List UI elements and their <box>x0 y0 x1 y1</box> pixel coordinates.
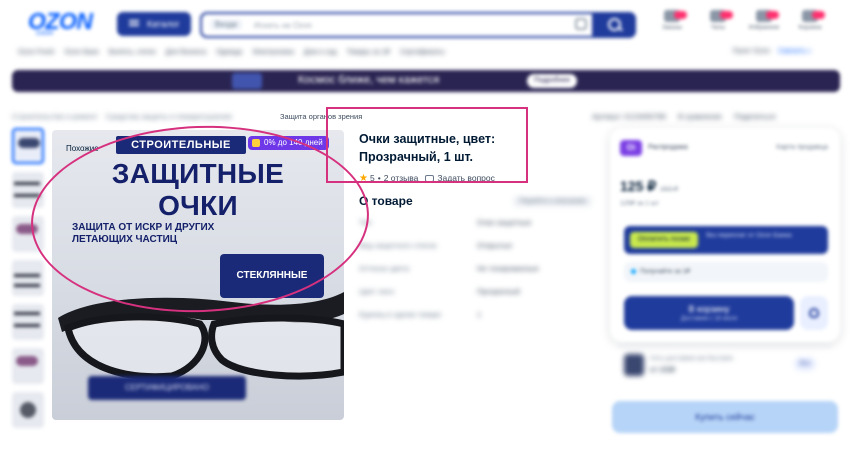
delivery-text: Хоть доставим как быстрее <box>650 355 734 362</box>
delivery-price: от 150₽ <box>650 367 676 374</box>
header-orders-label: Заказы <box>661 25 683 31</box>
subnav-item[interactable]: Билеты, отели <box>109 49 156 56</box>
thumbnail[interactable] <box>12 304 44 340</box>
sku-label: Артикул: 0123456789 <box>592 112 666 121</box>
pickup-promo[interactable]: Получайте за 1₽ <box>624 262 828 282</box>
spec-value: 1 <box>477 310 482 319</box>
pay-later-block[interactable]: Оплатить позже без переплат от Ozon Банк… <box>624 226 828 254</box>
thumbnail[interactable] <box>12 128 44 164</box>
share-button[interactable]: Поделиться <box>734 112 775 121</box>
breadcrumb-item[interactable]: Средства защиты и пожаротушения <box>106 112 232 121</box>
breadcrumb-item[interactable]: Строительство и ремонт <box>12 112 98 121</box>
spec-value: Открытые <box>477 241 513 250</box>
notification-badge <box>674 11 687 19</box>
spec-row: Цвет линз Прозрачный <box>359 279 594 302</box>
spec-key: Вид защитного стекла <box>359 241 437 250</box>
city-selector[interactable]: Сменить г. <box>778 48 812 55</box>
spec-value: Не тонированные <box>477 264 539 273</box>
old-price: 152 ₽ <box>660 186 679 193</box>
sale-label: Распродажа <box>648 144 688 151</box>
search-input[interactable] <box>254 14 574 36</box>
pickup-point-label: Пункт Ozon <box>732 48 771 55</box>
thumbnail[interactable] <box>12 348 44 384</box>
subnav-item[interactable]: Товары за 1₽ <box>347 49 390 56</box>
search-button[interactable] <box>592 12 636 38</box>
catalog-button[interactable]: Каталог <box>117 12 191 36</box>
subnav-item[interactable]: Ozon Банк <box>65 49 99 56</box>
camera-icon[interactable] <box>575 18 587 30</box>
unit-price: 125₽ за 1 шт <box>620 200 659 207</box>
pay-later-text: без переплат от Ozon Банка <box>706 232 792 239</box>
header-cart-label: Корзина <box>798 25 822 31</box>
notification-badge <box>812 11 825 19</box>
header: OZON ОЗОН Каталог Везде Заказы Чаты Избр… <box>0 0 850 46</box>
compare-button[interactable]: В сравнение <box>678 112 722 121</box>
product-top-actions: Артикул: 0123456789 В сравнение Поделить… <box>592 112 842 124</box>
divider <box>618 346 832 347</box>
thumbnail-list <box>12 128 46 436</box>
banner-illustration <box>232 73 262 89</box>
subnav-item[interactable]: Дом и сад <box>304 49 337 56</box>
ozon-card-badge: Oi <box>620 140 642 156</box>
buy-now-button[interactable]: Купить сейчас <box>612 401 838 433</box>
banner-text: Космос ближе, чем кажется <box>298 74 440 86</box>
delivery-option[interactable]: Хоть доставим как быстрее от 150₽ Все <box>618 352 832 378</box>
spec-row: Единиц в одном товаре 1 <box>359 302 594 325</box>
subnav-item[interactable]: Одежда <box>216 49 242 56</box>
seller-card-link[interactable]: Карта продавца <box>776 144 828 151</box>
delivery-more-button[interactable]: Все <box>794 357 816 371</box>
annotation-rectangle <box>326 107 528 183</box>
header-orders[interactable]: Заказы <box>652 8 692 40</box>
certified-label: СЕРТИФИЦИРОВАНО <box>88 376 246 400</box>
spec-row: Вид защитного стекла Открытые <box>359 233 594 256</box>
buy-card: Oi Распродажа Карта продавца 125 ₽152 ₽ … <box>610 128 840 342</box>
subnav-item[interactable]: Ozon Fresh <box>18 49 55 56</box>
header-messages[interactable]: Чаты <box>698 8 738 40</box>
spec-row: Тип Очки защитные <box>359 210 594 233</box>
subnav-item[interactable]: Электроника <box>252 49 294 56</box>
thumbnail[interactable] <box>12 260 44 296</box>
logo-subtext: ОЗОН <box>36 31 54 37</box>
header-messages-label: Чаты <box>710 25 726 31</box>
notification-badge <box>720 11 733 19</box>
search-scope-select[interactable]: Везде <box>210 19 243 30</box>
favorite-button[interactable] <box>800 296 828 330</box>
heart-icon <box>809 308 819 318</box>
add-to-cart-button[interactable]: В корзину Доставим с 18 июля <box>624 296 794 330</box>
spec-value: Прозрачный <box>477 287 520 296</box>
go-to-description-link[interactable]: Перейти к описанию <box>513 196 592 207</box>
spec-value: Очки защитные <box>477 218 532 227</box>
pay-later-button[interactable]: Оплатить позже <box>630 232 698 248</box>
search-bar[interactable]: Везде <box>200 12 636 38</box>
subnav-item[interactable]: Сертификаты <box>400 49 445 56</box>
header-favorites-label: Избранное <box>748 25 780 31</box>
notification-badge <box>766 11 779 19</box>
delivery-date: Доставим с 18 июля <box>680 316 738 322</box>
spec-key: Оттенок цвета <box>359 264 410 273</box>
subnav: Ozon Fresh Ozon Банк Билеты, отели Для б… <box>18 48 828 62</box>
price: 125 ₽ <box>620 178 657 194</box>
spec-row: Оттенок цвета Не тонированные <box>359 256 594 279</box>
price-block: 125 ₽152 ₽ 125₽ за 1 шт <box>620 178 830 218</box>
promo-banner[interactable]: Космос ближе, чем кажется Подробнее <box>12 70 840 92</box>
delivery-thumbnail <box>624 354 644 376</box>
seller-row: Oi Распродажа Карта продавца <box>618 136 832 164</box>
header-favorites[interactable]: Избранное <box>744 8 784 40</box>
about-product: О товаре Перейти к описанию Тип Очки защи… <box>359 194 594 325</box>
banner-button[interactable]: Подробнее <box>527 74 577 88</box>
subnav-item[interactable]: Для бизнеса <box>165 49 206 56</box>
add-to-cart-label: В корзину <box>688 304 730 314</box>
ozon-logo[interactable]: OZON ОЗОН <box>28 8 108 38</box>
spec-key: Единиц в одном товаре <box>359 310 442 319</box>
spec-key: Цвет линз <box>359 287 395 296</box>
header-cart[interactable]: Корзина <box>790 8 830 40</box>
thumbnail[interactable] <box>12 392 44 428</box>
